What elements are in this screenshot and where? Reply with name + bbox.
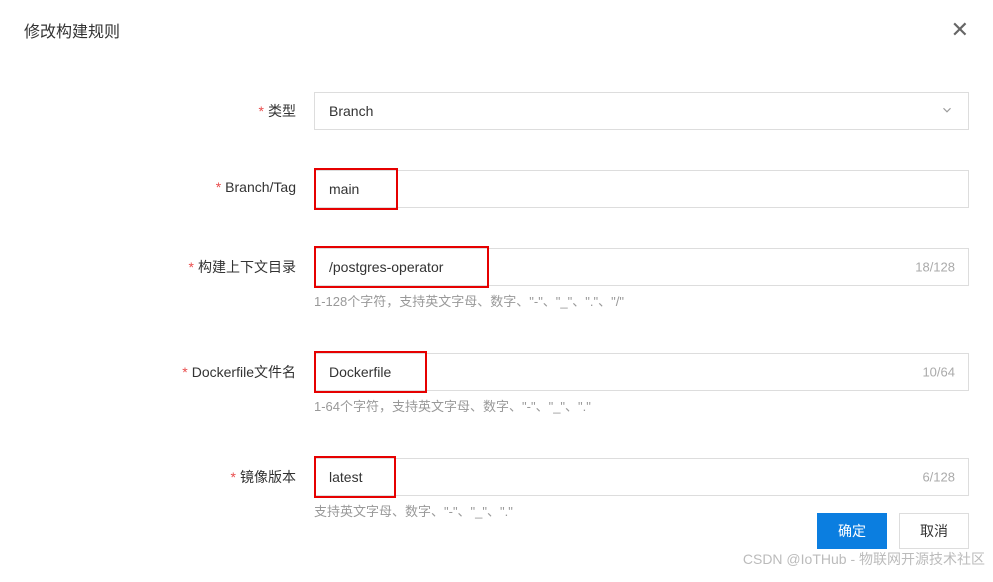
image-version-input[interactable] (314, 458, 969, 496)
form-row-context-dir: *构建上下文目录 18/128 1-128个字符，支持英文字母、数字、"-"、"… (24, 248, 969, 313)
label-branch-tag: *Branch/Tag (24, 170, 314, 195)
required-star: * (189, 259, 194, 275)
required-star: * (182, 364, 187, 380)
form-row-dockerfile: *Dockerfile文件名 10/64 1-64个字符，支持英文字母、数字、"… (24, 353, 969, 418)
form-row-type: *类型 Branch (24, 92, 969, 130)
label-context-dir-text: 构建上下文目录 (198, 259, 296, 275)
label-type: *类型 (24, 92, 314, 121)
dialog-header: 修改构建规则 ✕ (24, 18, 969, 42)
context-dir-hint: 1-128个字符，支持英文字母、数字、"-"、"_"、"."、"/" (314, 292, 969, 313)
type-select[interactable]: Branch (314, 92, 969, 130)
required-star: * (216, 179, 221, 195)
label-image-version-text: 镜像版本 (240, 469, 296, 485)
close-icon[interactable]: ✕ (951, 19, 969, 41)
branch-tag-input[interactable] (314, 170, 969, 208)
dockerfile-hint: 1-64个字符，支持英文字母、数字、"-"、"_"、"." (314, 397, 969, 418)
confirm-button[interactable]: 确定 (817, 513, 887, 549)
dockerfile-input[interactable] (314, 353, 969, 391)
cancel-button[interactable]: 取消 (899, 513, 969, 549)
dialog-title: 修改构建规则 (24, 18, 120, 42)
chevron-down-icon (940, 103, 954, 120)
type-select-value: Branch (329, 103, 940, 119)
label-dockerfile: * Dockerfile文件名 (24, 353, 314, 382)
dialog-footer: 确定 取消 (817, 513, 969, 549)
required-star: * (231, 469, 236, 485)
label-image-version: *镜像版本 (24, 458, 314, 487)
form-row-branch-tag: *Branch/Tag (24, 170, 969, 208)
label-type-text: 类型 (268, 103, 296, 119)
context-dir-input[interactable] (314, 248, 969, 286)
label-dockerfile-text: Dockerfile文件名 (192, 364, 296, 380)
label-context-dir: *构建上下文目录 (24, 248, 314, 277)
required-star: * (259, 103, 264, 119)
label-branch-tag-text: Branch/Tag (225, 179, 296, 195)
dialog: 修改构建规则 ✕ *类型 Branch *Branch/Tag *构建上下文 (0, 0, 993, 582)
